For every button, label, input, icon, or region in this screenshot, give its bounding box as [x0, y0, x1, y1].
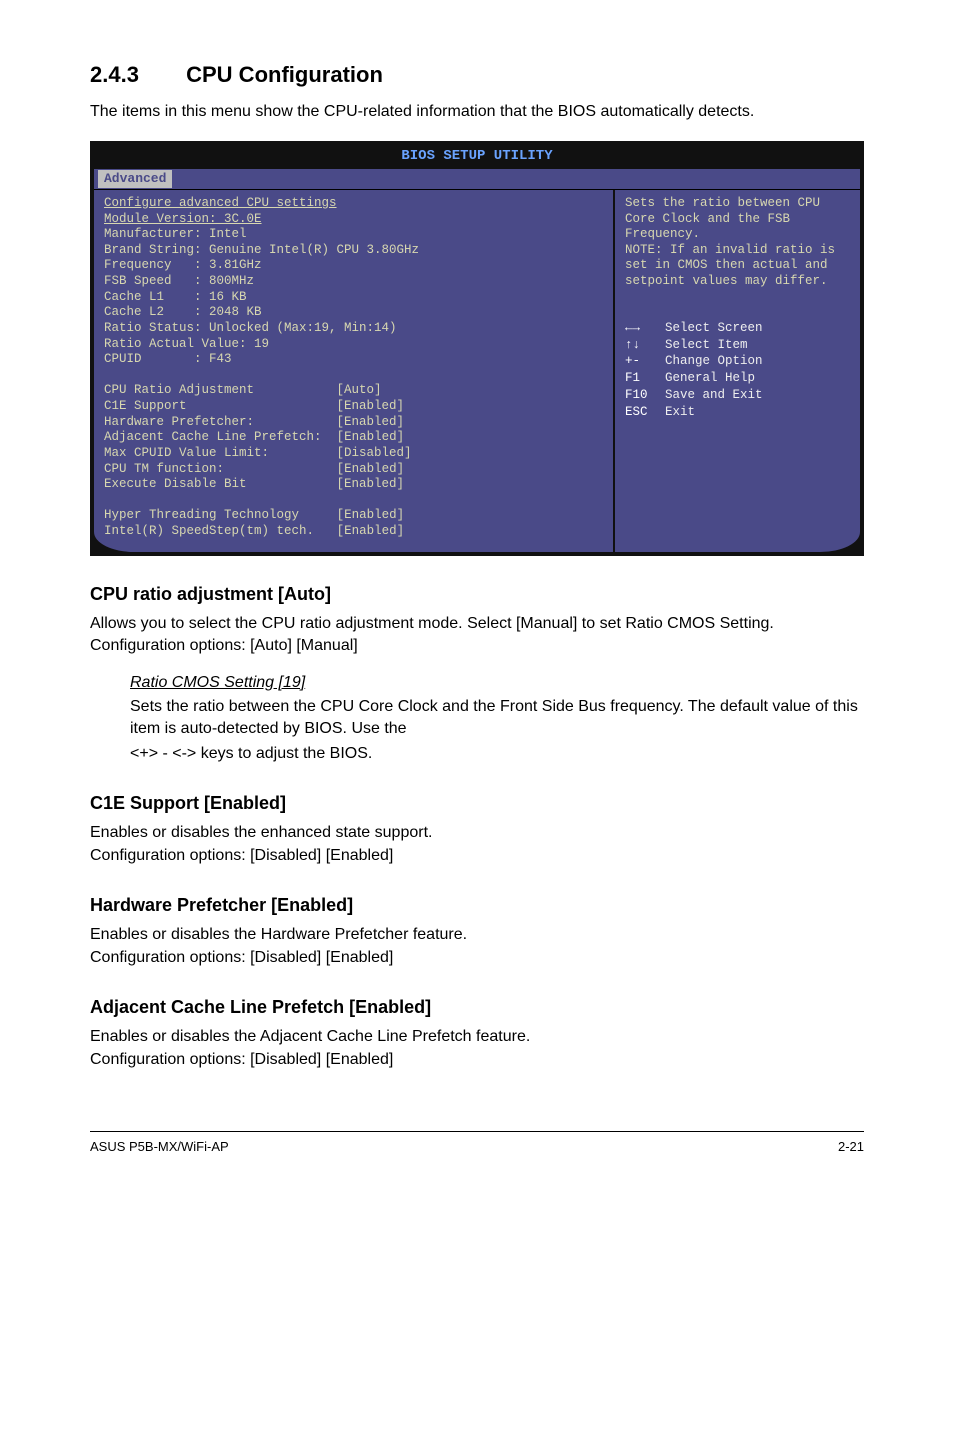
bios-left-pane: Configure advanced CPU settings Module V…: [94, 190, 615, 552]
item-body: Enables or disables the Hardware Prefetc…: [90, 924, 864, 969]
page-footer: ASUS P5B-MX/WiFi-AP 2-21: [90, 1131, 864, 1156]
sub-item-block: Ratio CMOS Setting [19] Sets the ratio b…: [130, 672, 864, 766]
footer-left: ASUS P5B-MX/WiFi-AP: [90, 1138, 229, 1156]
section-number: 2.4.3: [90, 60, 180, 91]
bios-info-line: Cache L2 : 2048 KB: [104, 305, 262, 319]
sub-item-heading: Ratio CMOS Setting [19]: [130, 672, 864, 694]
bios-setting-row: Max CPUID Value Limit: [Disabled]: [104, 446, 412, 460]
sub-item-body: Sets the ratio between the CPU Core Cloc…: [130, 696, 864, 741]
bios-tab-row: Advanced: [94, 169, 860, 190]
bios-title: BIOS SETUP UTILITY: [94, 145, 860, 169]
bios-setting-row: Hardware Prefetcher: [Enabled]: [104, 415, 404, 429]
bios-active-tab: Advanced: [98, 170, 172, 188]
intro-paragraph: The items in this menu show the CPU-rela…: [90, 101, 864, 123]
bios-info-line: Ratio Status: Unlocked (Max:19, Min:14): [104, 321, 397, 335]
item-heading-cpu-ratio: CPU ratio adjustment [Auto]: [90, 582, 864, 607]
item-body: Allows you to select the CPU ratio adjus…: [90, 613, 864, 658]
bios-info-line: Ratio Actual Value: 19: [104, 337, 269, 351]
bios-setting-row: Hyper Threading Technology [Enabled]: [104, 508, 404, 522]
bios-setting-row: CPU TM function: [Enabled]: [104, 462, 404, 476]
bios-info-line: Cache L1 : 16 KB: [104, 290, 247, 304]
section-heading: 2.4.3 CPU Configuration: [90, 60, 864, 91]
bios-info-line: FSB Speed : 800MHz: [104, 274, 254, 288]
bios-left-header2: Module Version: 3C.0E: [104, 212, 262, 226]
bios-setting-row: CPU Ratio Adjustment [Auto]: [104, 383, 382, 397]
item-heading-c1e: C1E Support [Enabled]: [90, 791, 864, 816]
footer-page-number: 2-21: [838, 1138, 864, 1156]
bios-left-header1: Configure advanced CPU settings: [104, 196, 337, 210]
bios-help-text: Sets the ratio between CPU Core Clock an…: [625, 196, 850, 290]
bios-screenshot: BIOS SETUP UTILITY Advanced Configure ad…: [90, 141, 864, 556]
bios-setting-row: Adjacent Cache Line Prefetch: [Enabled]: [104, 430, 404, 444]
bios-setting-row: Intel(R) SpeedStep(tm) tech. [Enabled]: [104, 524, 404, 538]
item-body: Enables or disables the enhanced state s…: [90, 822, 864, 867]
bios-info-line: Brand String: Genuine Intel(R) CPU 3.80G…: [104, 243, 419, 257]
item-body: Enables or disables the Adjacent Cache L…: [90, 1026, 864, 1071]
sub-item-body: <+> - <-> keys to adjust the BIOS.: [130, 743, 864, 765]
bios-key-legend: ←→Select Screen ↑↓Select Item +-Change O…: [625, 320, 850, 421]
bios-setting-row: Execute Disable Bit [Enabled]: [104, 477, 404, 491]
section-title: CPU Configuration: [186, 62, 383, 87]
bios-info-line: CPUID : F43: [104, 352, 232, 366]
bios-info-line: Frequency : 3.81GHz: [104, 258, 262, 272]
item-heading-hw-prefetcher: Hardware Prefetcher [Enabled]: [90, 893, 864, 918]
bios-setting-row: C1E Support [Enabled]: [104, 399, 404, 413]
bios-info-line: Manufacturer: Intel: [104, 227, 247, 241]
item-heading-adj-cache: Adjacent Cache Line Prefetch [Enabled]: [90, 995, 864, 1020]
bios-right-pane: Sets the ratio between CPU Core Clock an…: [615, 190, 860, 552]
